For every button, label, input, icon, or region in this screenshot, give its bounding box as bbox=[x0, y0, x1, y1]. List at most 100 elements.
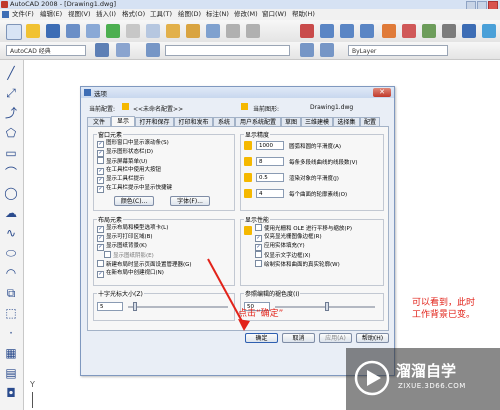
polyline-icon[interactable]: ⤴ bbox=[4, 106, 18, 120]
menu-view[interactable]: 视图(V) bbox=[68, 10, 91, 19]
properties-icon[interactable] bbox=[382, 24, 396, 38]
menu-draw[interactable]: 绘图(D) bbox=[178, 10, 201, 19]
polyline-segments-input[interactable]: 8 bbox=[256, 157, 284, 166]
menu-edit[interactable]: 编辑(E) bbox=[40, 10, 62, 19]
tab-files[interactable]: 文件 bbox=[87, 117, 111, 126]
checkbox-box[interactable]: ✓ bbox=[97, 141, 104, 148]
checkbox-page-setup-manager[interactable]: 新建布局时显示页面设置管理器(G) bbox=[97, 260, 192, 269]
sheet-set-icon[interactable] bbox=[442, 24, 456, 38]
zoom-previous-icon[interactable] bbox=[360, 24, 374, 38]
layer-previous-icon[interactable] bbox=[320, 43, 334, 57]
menu-insert[interactable]: 插入(I) bbox=[96, 10, 116, 19]
tab-plot-publish[interactable]: 打印和发布 bbox=[174, 117, 213, 126]
new-file-icon[interactable] bbox=[6, 24, 22, 40]
line-icon[interactable]: ╱ bbox=[4, 66, 18, 80]
checkbox-box[interactable] bbox=[97, 157, 104, 164]
checkbox-box[interactable]: ✓ bbox=[97, 177, 104, 184]
zoom-window-icon[interactable] bbox=[340, 24, 354, 38]
menu-format[interactable]: 格式(O) bbox=[122, 10, 145, 19]
crosshair-size-slider-thumb[interactable] bbox=[133, 302, 137, 311]
checkbox-paper-shadow[interactable]: 显示图纸阴影(E) bbox=[104, 251, 154, 260]
match-properties-icon[interactable] bbox=[186, 24, 200, 38]
checkbox-solid-fill[interactable]: ✓ 应用实体填充(Y) bbox=[255, 242, 305, 251]
calculator-icon[interactable] bbox=[482, 24, 496, 38]
checkbox-box[interactable]: ✓ bbox=[97, 271, 104, 278]
tab-system[interactable]: 系统 bbox=[213, 117, 235, 126]
apply-button[interactable]: 应用(A) bbox=[319, 333, 352, 343]
arc-smoothness-input[interactable]: 1000 bbox=[256, 141, 284, 150]
hatch-icon[interactable]: ▦ bbox=[4, 346, 18, 360]
circle-icon[interactable]: ◯ bbox=[4, 186, 18, 200]
revision-cloud-icon[interactable]: ☁ bbox=[4, 206, 18, 220]
checkbox-status-bar[interactable]: ✓ 显示图形状态栏(D) bbox=[97, 148, 153, 157]
design-center-icon[interactable] bbox=[402, 24, 416, 38]
checkbox-shortcut-keys[interactable]: ✓ 在工具栏提示中显示快捷键 bbox=[97, 184, 172, 193]
save-icon[interactable] bbox=[46, 24, 60, 38]
checkbox-large-buttons[interactable]: ✓ 在工具栏中使用大按钮 bbox=[97, 166, 161, 175]
checkbox-box[interactable]: ✓ bbox=[97, 244, 104, 251]
checkbox-raster-frame[interactable]: ✓ 仅亮显光栅图像边框(R) bbox=[255, 233, 322, 242]
menu-tools[interactable]: 工具(T) bbox=[150, 10, 172, 19]
menu-file[interactable]: 文件(F) bbox=[12, 10, 34, 19]
menu-help[interactable]: 帮助(H) bbox=[292, 10, 315, 19]
gradient-icon[interactable]: ▤ bbox=[4, 366, 18, 380]
dialog-close-button[interactable]: ✕ bbox=[373, 88, 391, 97]
rectangle-icon[interactable]: ▭ bbox=[4, 146, 18, 160]
checkbox-true-silhouettes[interactable]: 绘制实体和曲面的真实轮廓(W) bbox=[255, 260, 340, 269]
checkbox-box[interactable]: ✓ bbox=[255, 244, 262, 251]
checkbox-box[interactable]: ✓ bbox=[255, 235, 262, 242]
region-icon[interactable]: ◘ bbox=[4, 386, 18, 400]
crosshair-size-input[interactable]: 5 bbox=[97, 302, 123, 311]
checkbox-tooltips[interactable]: ✓ 显示工具栏提示 bbox=[97, 175, 145, 184]
checkbox-box[interactable]: ✓ bbox=[97, 235, 104, 242]
checkbox-printable-area[interactable]: ✓ 显示可打印区域(B) bbox=[97, 233, 153, 242]
menu-window[interactable]: 窗口(W) bbox=[262, 10, 287, 19]
reference-fade-slider-thumb[interactable] bbox=[325, 302, 329, 311]
layer-select[interactable] bbox=[165, 45, 290, 56]
checkbox-box[interactable]: ✓ bbox=[97, 150, 104, 157]
polygon-icon[interactable]: ⬠ bbox=[4, 126, 18, 140]
open-folder-icon[interactable] bbox=[26, 24, 40, 38]
help-button[interactable]: 帮助(H) bbox=[356, 333, 389, 343]
checkbox-box[interactable] bbox=[104, 251, 111, 258]
checkbox-layout-tabs[interactable]: ✓ 显示布局和模型选项卡(L) bbox=[97, 224, 168, 233]
tool-palettes-icon[interactable] bbox=[422, 24, 436, 38]
print-preview-icon[interactable] bbox=[86, 24, 100, 38]
contour-lines-input[interactable]: 4 bbox=[256, 189, 284, 198]
tab-3d-modeling[interactable]: 三维建模 bbox=[301, 117, 333, 126]
checkbox-box[interactable]: ✓ bbox=[97, 168, 104, 175]
menu-dimension[interactable]: 标注(N) bbox=[206, 10, 229, 19]
publish-icon[interactable] bbox=[106, 24, 120, 38]
checkbox-text-frame[interactable]: 仅显示文字边框(X) bbox=[255, 251, 311, 260]
copy-icon[interactable] bbox=[146, 24, 160, 38]
checkbox-create-viewport[interactable]: ✓ 在新布局中创建视口(N) bbox=[97, 269, 164, 278]
render-smoothness-input[interactable]: 0.5 bbox=[256, 173, 284, 182]
workspace-settings-icon[interactable] bbox=[95, 43, 109, 57]
paste-icon[interactable] bbox=[166, 24, 180, 38]
workspace-select[interactable]: AutoCAD 经典 bbox=[6, 45, 86, 56]
tab-user-preferences[interactable]: 用户系统配置 bbox=[235, 117, 281, 126]
ellipse-icon[interactable]: ⬭ bbox=[4, 246, 18, 260]
color-select[interactable]: ByLayer bbox=[348, 45, 448, 56]
arc-icon[interactable]: ⌒ bbox=[4, 166, 18, 180]
fonts-button[interactable]: 字体(F)... bbox=[170, 196, 210, 206]
checkbox-box[interactable]: ✓ bbox=[97, 226, 104, 233]
checkbox-paper-background[interactable]: ✓ 显示图纸背景(K) bbox=[97, 242, 147, 251]
cancel-button[interactable]: 取消 bbox=[282, 333, 315, 343]
checkbox-box[interactable] bbox=[255, 224, 262, 231]
insert-block-icon[interactable]: ⧉ bbox=[4, 286, 18, 300]
menu-modify[interactable]: 修改(M) bbox=[234, 10, 258, 19]
make-block-icon[interactable]: ⬚ bbox=[4, 306, 18, 320]
checkbox-scrollbars[interactable]: ✓ 图形窗口中显示滚动条(S) bbox=[97, 139, 169, 148]
spline-icon[interactable]: ∿ bbox=[4, 226, 18, 240]
ellipse-arc-icon[interactable]: ◠ bbox=[4, 266, 18, 280]
make-current-layer-icon[interactable] bbox=[300, 43, 314, 57]
checkbox-box[interactable] bbox=[97, 260, 104, 267]
point-icon[interactable]: · bbox=[4, 326, 18, 340]
tab-selection[interactable]: 选择集 bbox=[333, 117, 360, 126]
construction-line-icon[interactable]: ⤢ bbox=[4, 86, 18, 100]
layer-state-icon[interactable] bbox=[146, 43, 160, 57]
block-editor-icon[interactable] bbox=[206, 24, 220, 38]
redo-icon[interactable] bbox=[246, 24, 260, 38]
tab-open-save[interactable]: 打开和保存 bbox=[135, 117, 174, 126]
